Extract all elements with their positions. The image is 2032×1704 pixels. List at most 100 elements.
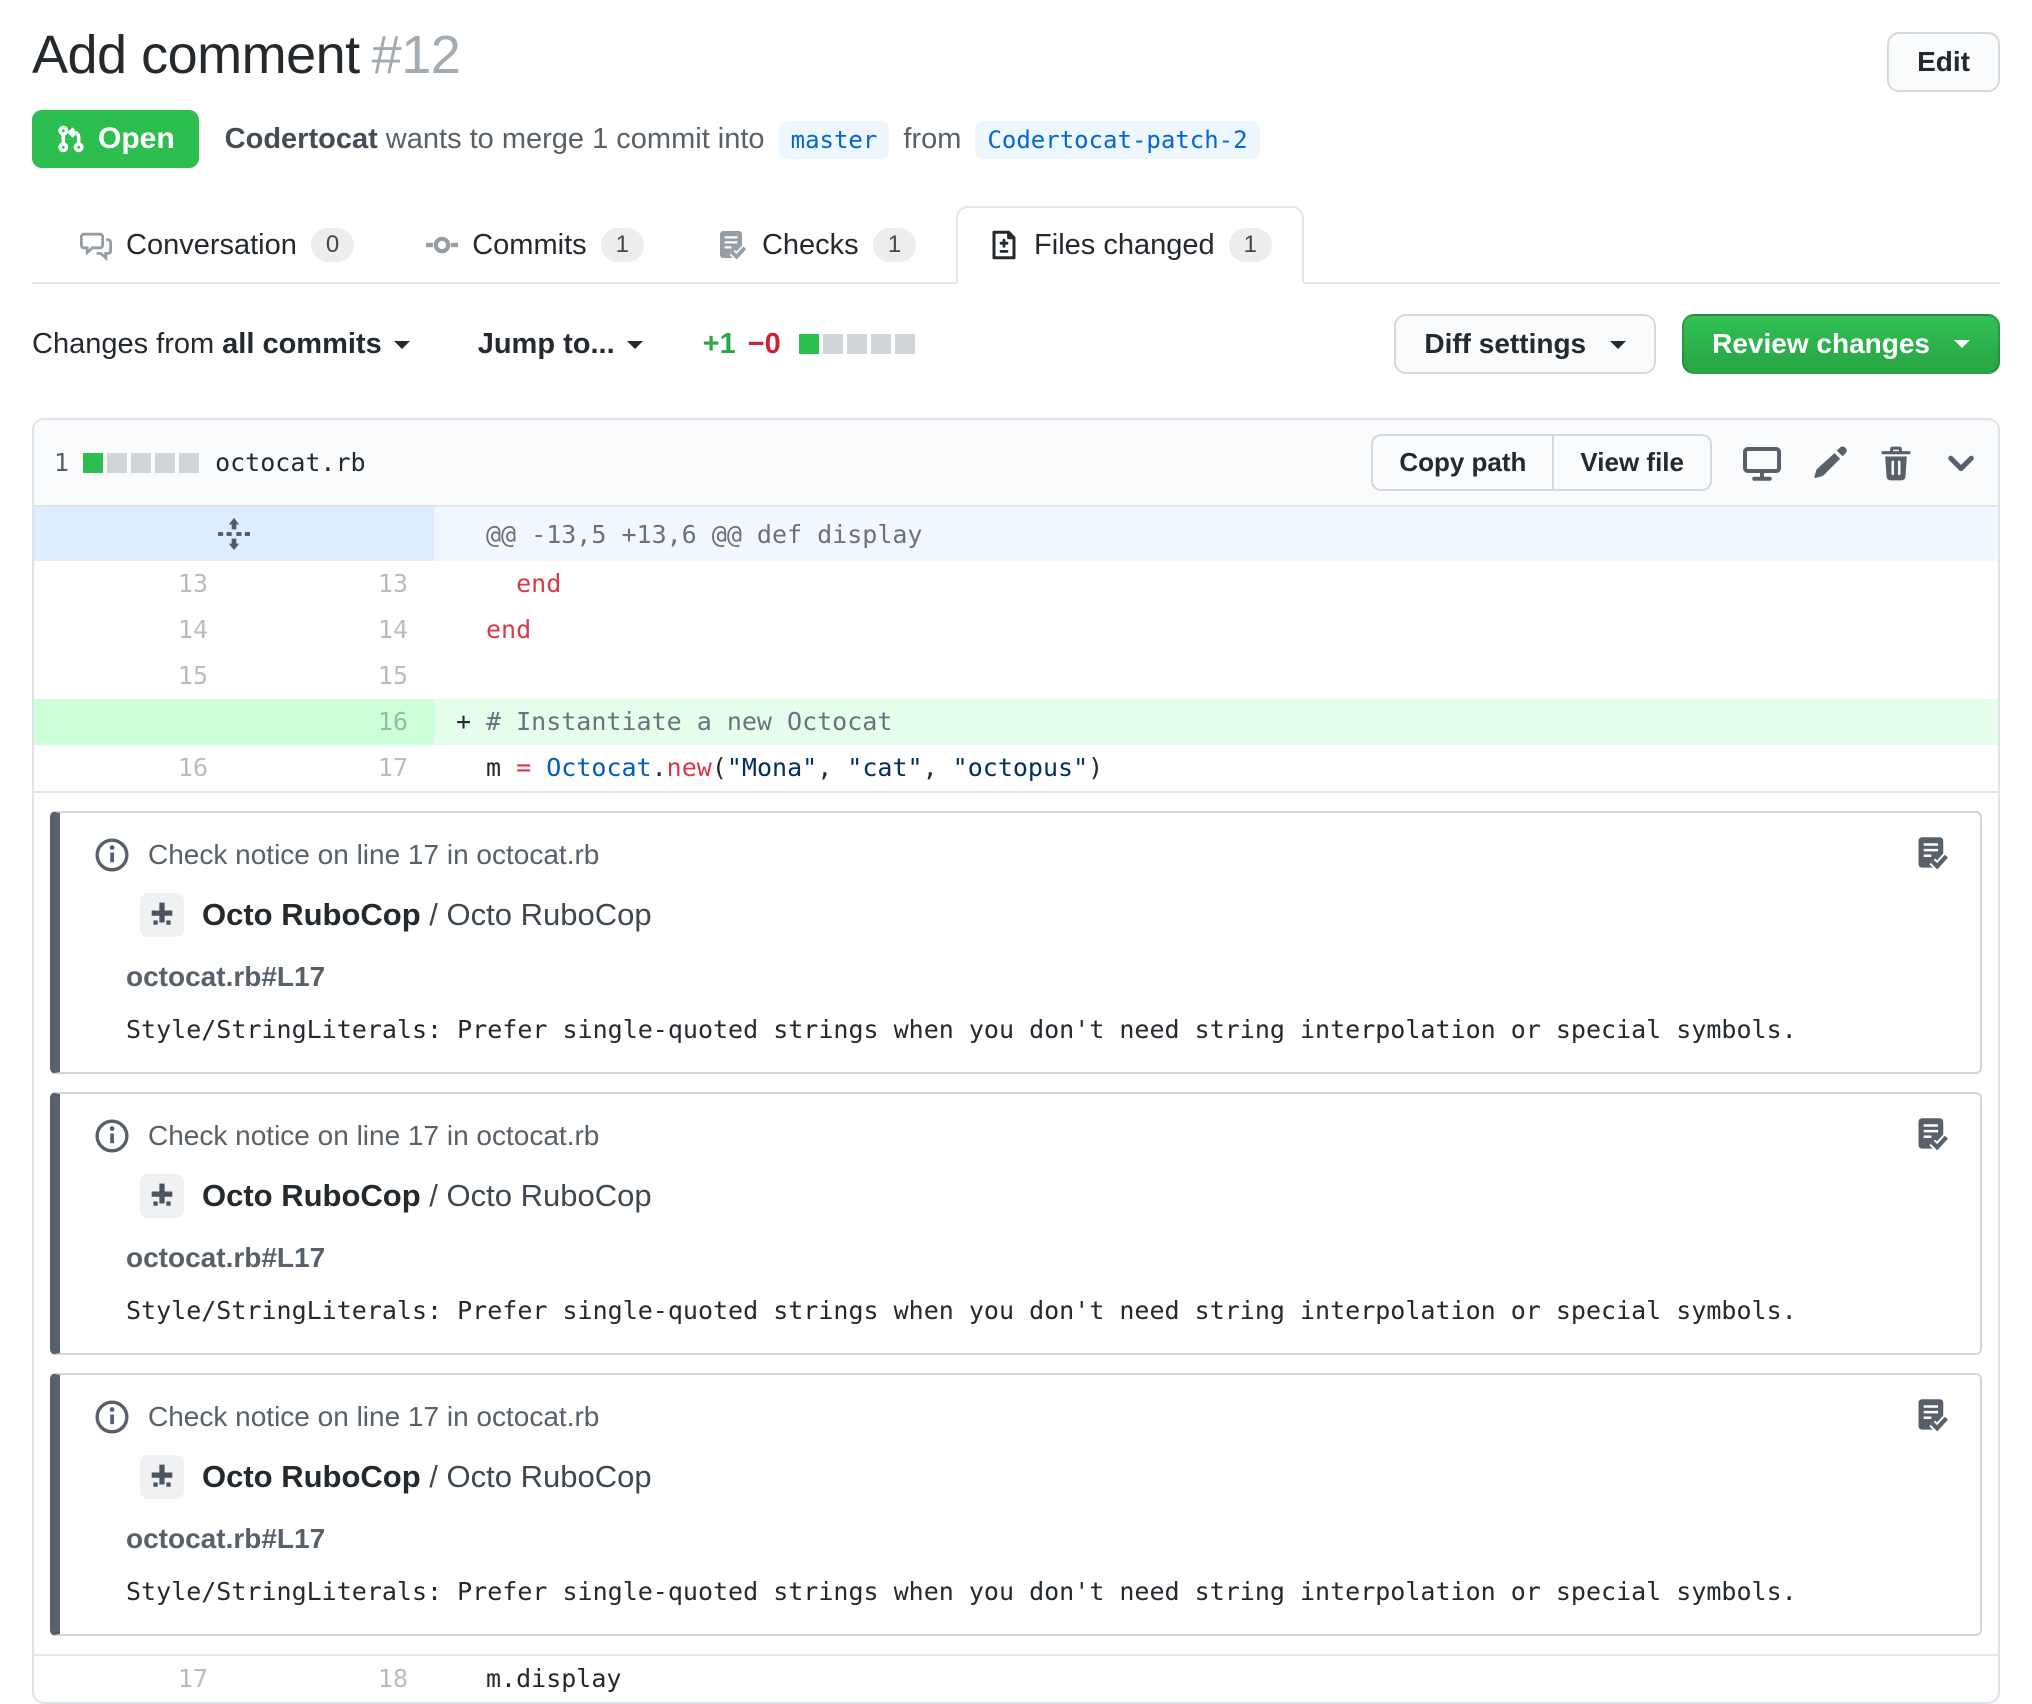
check-annotation-box: Check notice on line 17 in octocat.rb Oc… <box>50 1373 1982 1636</box>
caret-down-icon <box>626 341 643 357</box>
checks-icon[interactable] <box>1914 1397 1950 1433</box>
status-badge: Open <box>32 110 199 168</box>
merge-summary-text: wants to merge 1 commit into <box>377 122 773 155</box>
additions-count: +1 <box>702 327 736 360</box>
jump-to-dropdown[interactable]: Jump to... <box>470 328 643 361</box>
diff-marker <box>456 607 486 653</box>
file-change-count: 1 <box>54 448 70 477</box>
diffstat-blocks <box>795 334 915 354</box>
diff-marker <box>456 1656 486 1702</box>
check-app-link[interactable]: Octo RuboCop <box>202 1459 421 1494</box>
diffstat: +1 −0 <box>703 328 915 361</box>
changes-from-dropdown[interactable]: Changes from all commits <box>32 328 410 361</box>
check-location: octocat.rb#L17 <box>126 1242 326 1273</box>
tab-label: Conversation <box>126 228 297 261</box>
diff-marker <box>456 745 486 791</box>
pr-number: #12 <box>371 25 461 85</box>
changes-from-prefix: Changes from <box>32 327 215 360</box>
code-content: m = Octocat.new("Mona", "cat", "octopus"… <box>486 753 1104 782</box>
display-rich-diff-icon[interactable] <box>1742 443 1782 483</box>
tab-counter: 0 <box>310 228 355 262</box>
code-line: m = Octocat.new("Mona", "cat", "octopus"… <box>434 745 1998 791</box>
code-content: m.display <box>486 1664 622 1693</box>
code-line: m.display <box>434 1656 1998 1702</box>
tab-counter: 1 <box>600 228 644 262</box>
review-changes-button[interactable]: Review changes <box>1682 314 2000 374</box>
merge-summary-from: from <box>895 122 970 155</box>
check-location: octocat.rb#L17 <box>126 1523 326 1554</box>
code-line: end <box>434 561 1998 607</box>
new-line-number[interactable]: 18 <box>234 1656 434 1702</box>
tab-counter: 1 <box>872 228 917 262</box>
check-message: Style/StringLiterals: Prefer single-quot… <box>126 1015 1797 1044</box>
caret-down-icon <box>1954 340 1970 356</box>
tab-counter: 1 <box>1228 228 1272 262</box>
delete-file-icon[interactable] <box>1878 445 1914 481</box>
tab-conversation[interactable]: Conversation 0 <box>48 206 386 284</box>
head-branch-label[interactable]: Codertocat-patch-2 <box>975 120 1260 159</box>
new-line-number[interactable]: 15 <box>234 653 434 699</box>
hunk-header-row: @@ -13,5 +13,6 @@ def display <box>34 507 1998 561</box>
copy-path-button[interactable]: Copy path <box>1371 434 1555 491</box>
check-message: Style/StringLiterals: Prefer single-quot… <box>126 1577 1797 1606</box>
new-line-number[interactable]: 17 <box>234 745 434 791</box>
file-header-buttons: Copy path View file <box>1371 434 1712 491</box>
unfold-icon <box>217 517 251 551</box>
review-changes-label: Review changes <box>1712 328 1930 359</box>
pr-title-text: Add comment <box>32 25 360 85</box>
check-annotation-box: Check notice on line 17 in octocat.rb Oc… <box>50 1092 1982 1355</box>
code-content: end <box>486 615 532 644</box>
diff-marker: + <box>456 707 472 736</box>
old-line-number[interactable]: 14 <box>34 607 234 653</box>
merge-summary: Codertocat wants to merge 1 commit into … <box>225 120 1266 159</box>
check-location: octocat.rb#L17 <box>126 961 326 992</box>
old-line-number[interactable]: 16 <box>34 745 234 791</box>
code-line <box>434 653 1998 699</box>
edit-file-icon[interactable] <box>1812 445 1848 481</box>
chevron-down-icon[interactable] <box>1944 446 1978 480</box>
file-header: 1 octocat.rb Copy path View file <box>34 420 1998 507</box>
tab-checks[interactable]: Checks 1 <box>684 206 948 284</box>
code-line: + # Instantiate a new Octocat <box>434 699 1998 745</box>
checks-icon[interactable] <box>1914 1116 1950 1152</box>
diff-settings-label: Diff settings <box>1424 328 1587 359</box>
base-branch-label[interactable]: master <box>778 120 890 159</box>
check-app-row: Octo RuboCop / Octo RuboCop <box>140 1455 1946 1499</box>
info-icon <box>94 1118 130 1154</box>
pr-tab-nav: Conversation 0 Commits 1 Checks 1 Files … <box>32 206 2000 284</box>
comment-discussion-icon <box>80 229 112 261</box>
new-line-number[interactable]: 16 <box>234 699 434 745</box>
check-annotation-title: Check notice on line 17 in octocat.rb <box>148 1401 600 1432</box>
new-line-number[interactable]: 13 <box>234 561 434 607</box>
author-link[interactable]: Codertocat <box>225 123 378 155</box>
diff-settings-button[interactable]: Diff settings <box>1394 314 1657 374</box>
page-title: Add comment #12 <box>32 22 461 90</box>
edit-button[interactable]: Edit <box>1887 32 2000 92</box>
expand-hunk-button[interactable] <box>34 507 434 561</box>
old-line-number[interactable]: 15 <box>34 653 234 699</box>
view-file-button[interactable]: View file <box>1552 434 1712 491</box>
tab-label: Checks <box>761 228 859 261</box>
tab-files-changed[interactable]: Files changed 1 <box>956 206 1304 284</box>
tab-commits[interactable]: Commits 1 <box>394 206 676 284</box>
tab-label: Commits <box>472 228 587 261</box>
diff-marker <box>456 561 486 607</box>
old-line-number[interactable]: 17 <box>34 1656 234 1702</box>
jump-to-label: Jump to... <box>477 327 615 360</box>
check-app-link[interactable]: Octo RuboCop <box>202 1178 421 1213</box>
annotations: Check notice on line 17 in octocat.rb Oc… <box>34 791 1998 1654</box>
status-badge-label: Open <box>98 122 175 155</box>
check-run-name: Octo RuboCop <box>446 1459 652 1494</box>
old-line-number[interactable] <box>34 699 234 745</box>
new-line-number[interactable]: 14 <box>234 607 434 653</box>
diff-line-row: 16 17 m = Octocat.new("Mona", "cat", "oc… <box>34 745 1998 791</box>
file-diff-icon <box>988 229 1020 261</box>
check-app-link[interactable]: Octo RuboCop <box>202 897 421 932</box>
old-line-number[interactable]: 13 <box>34 561 234 607</box>
checks-icon[interactable] <box>1914 835 1950 871</box>
git-pull-request-icon <box>56 124 86 154</box>
file-diffstat: 1 <box>54 448 200 477</box>
caret-down-icon <box>393 341 410 357</box>
file-name-link[interactable]: octocat.rb <box>215 448 366 477</box>
code-line: end <box>434 607 1998 653</box>
